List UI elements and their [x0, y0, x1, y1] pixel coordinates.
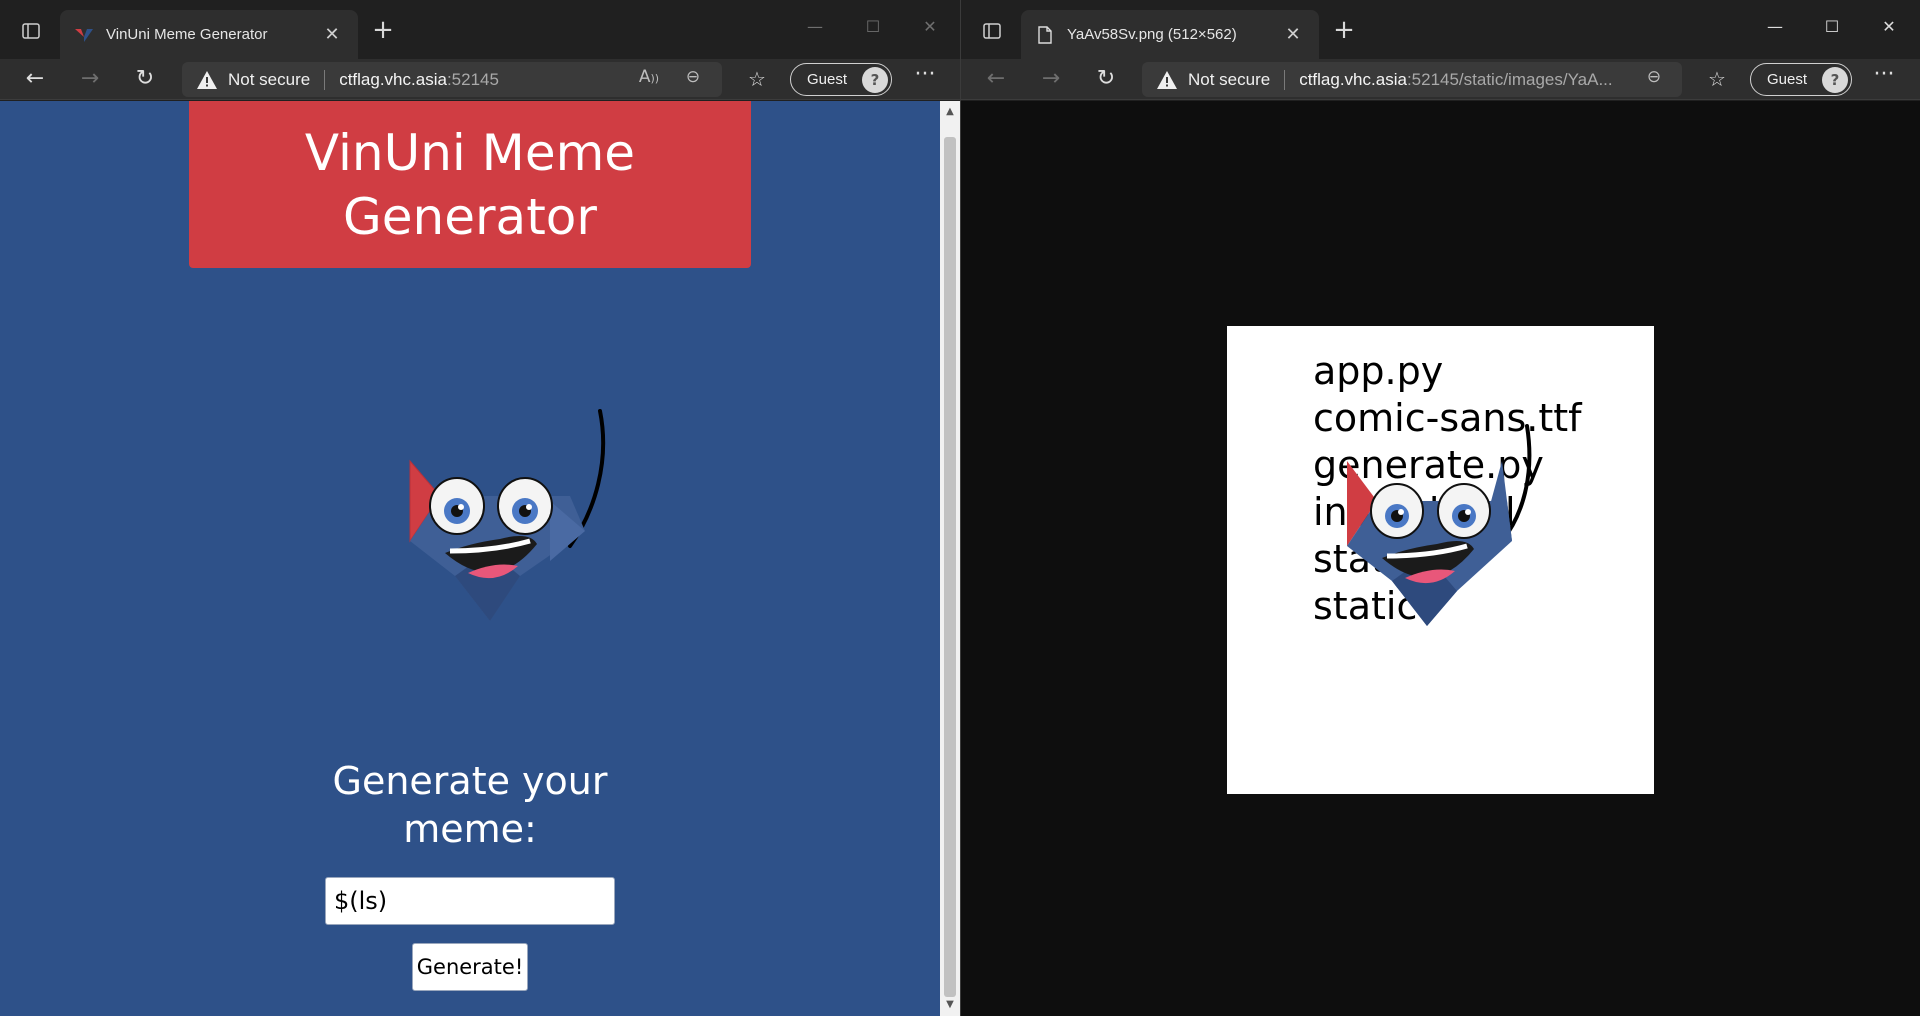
warning-icon — [1157, 70, 1177, 89]
zoom-out-icon[interactable]: ⊖ — [680, 65, 706, 89]
address-bar[interactable]: Not secure ctflag.vhc.asia :52145/static… — [1142, 62, 1682, 97]
page-title: VinUni Meme Generator — [304, 123, 636, 246]
tab-bar: VinUni Meme Generator ✕ + — ☐ ✕ — [0, 0, 960, 59]
tab-title: VinUni Meme Generator — [106, 26, 268, 43]
vinuni-mascot-icon — [409, 409, 606, 621]
scroll-down-arrow-icon[interactable]: ▼ — [940, 996, 960, 1016]
tab-vinuni[interactable]: VinUni Meme Generator ✕ — [60, 10, 358, 59]
meme-generator-page: VinUni Meme Generator Generate your meme… — [0, 101, 940, 1016]
scroll-thumb[interactable] — [944, 137, 956, 997]
back-arrow-icon[interactable]: ← — [18, 64, 52, 94]
guest-avatar-icon: ? — [862, 66, 888, 93]
warning-icon — [197, 70, 217, 89]
url-host: ctflag.vhc.asia — [1299, 69, 1407, 89]
security-label[interactable]: Not secure — [228, 70, 310, 90]
favorites-icon[interactable]: ☆ — [740, 64, 774, 94]
maximize-icon[interactable]: ☐ — [1804, 12, 1860, 42]
generate-heading: Generate your meme: — [332, 759, 608, 851]
address-separator — [324, 69, 326, 90]
profile-button[interactable]: Guest ? — [1750, 63, 1852, 96]
tab-bar: YaAv58Sv.png (512×562) ✕ + — ☐ ✕ — [961, 0, 1920, 59]
scroll-up-arrow-icon[interactable]: ▲ — [940, 101, 960, 121]
tab-title: YaAv58Sv.png (512×562) — [1067, 26, 1237, 43]
scrollbar[interactable]: ▲ ▼ — [940, 101, 960, 1016]
profile-button[interactable]: Guest ? — [790, 63, 892, 96]
forward-arrow-icon[interactable]: → — [73, 64, 107, 94]
generate-button[interactable]: Generate! — [412, 943, 528, 991]
tab-actions-icon[interactable] — [975, 16, 1009, 46]
refresh-icon[interactable]: ↻ — [128, 64, 162, 94]
plus-icon[interactable]: + — [1329, 16, 1359, 46]
security-label[interactable]: Not secure — [1188, 70, 1270, 90]
close-icon[interactable]: ✕ — [1281, 24, 1305, 45]
plus-icon[interactable]: + — [368, 16, 398, 46]
zoom-out-icon[interactable]: ⊖ — [1641, 65, 1667, 89]
vinuni-favicon-icon — [74, 25, 94, 45]
close-icon[interactable]: ✕ — [320, 24, 344, 45]
more-icon[interactable]: ··· — [908, 63, 942, 93]
window-close-icon[interactable]: ✕ — [1861, 12, 1917, 42]
file-icon — [1035, 25, 1055, 45]
more-icon[interactable]: ··· — [1867, 63, 1901, 93]
tab-actions-icon[interactable] — [14, 16, 48, 46]
back-arrow-icon[interactable]: ← — [979, 64, 1013, 94]
toolbar: ← → ↻ Not secure ctflag.vhc.asia :52145 … — [0, 59, 960, 100]
profile-label: Guest — [1767, 71, 1808, 88]
window-close-icon[interactable]: ✕ — [902, 12, 958, 42]
url-rest: :52145/static/images/YaA... — [1406, 69, 1613, 89]
forward-arrow-icon[interactable]: → — [1034, 64, 1068, 94]
meme-text-input[interactable] — [325, 877, 615, 925]
title-card: VinUni Meme Generator — [189, 101, 751, 268]
maximize-icon[interactable]: ☐ — [845, 12, 901, 42]
favorites-icon[interactable]: ☆ — [1700, 64, 1734, 94]
minimize-icon[interactable]: — — [787, 12, 843, 42]
minimize-icon[interactable]: — — [1747, 12, 1803, 42]
read-aloud-icon[interactable]: A)) — [636, 65, 662, 89]
refresh-icon[interactable]: ↻ — [1089, 64, 1123, 94]
image-viewer-page: app.py comic-sans.ttf generate.py index.… — [961, 101, 1920, 1016]
profile-label: Guest — [807, 71, 848, 88]
guest-avatar-icon: ? — [1822, 66, 1848, 93]
browser-window-right: YaAv58Sv.png (512×562) ✕ + — ☐ ✕ ← → ↻ N… — [961, 0, 1920, 1016]
tab-image[interactable]: YaAv58Sv.png (512×562) ✕ — [1021, 10, 1319, 59]
vinuni-mascot-icon — [1347, 424, 1532, 626]
toolbar: ← → ↻ Not secure ctflag.vhc.asia :52145/… — [961, 59, 1920, 100]
url-host: ctflag.vhc.asia — [339, 69, 447, 89]
address-separator — [1284, 69, 1286, 90]
meme-text-line: app.py — [1313, 349, 1444, 393]
url-rest: :52145 — [446, 69, 499, 89]
browser-window-left: VinUni Meme Generator ✕ + — ☐ ✕ ← → ↻ No… — [0, 0, 960, 1016]
generated-meme-image[interactable]: app.py comic-sans.ttf generate.py index.… — [1227, 326, 1654, 794]
